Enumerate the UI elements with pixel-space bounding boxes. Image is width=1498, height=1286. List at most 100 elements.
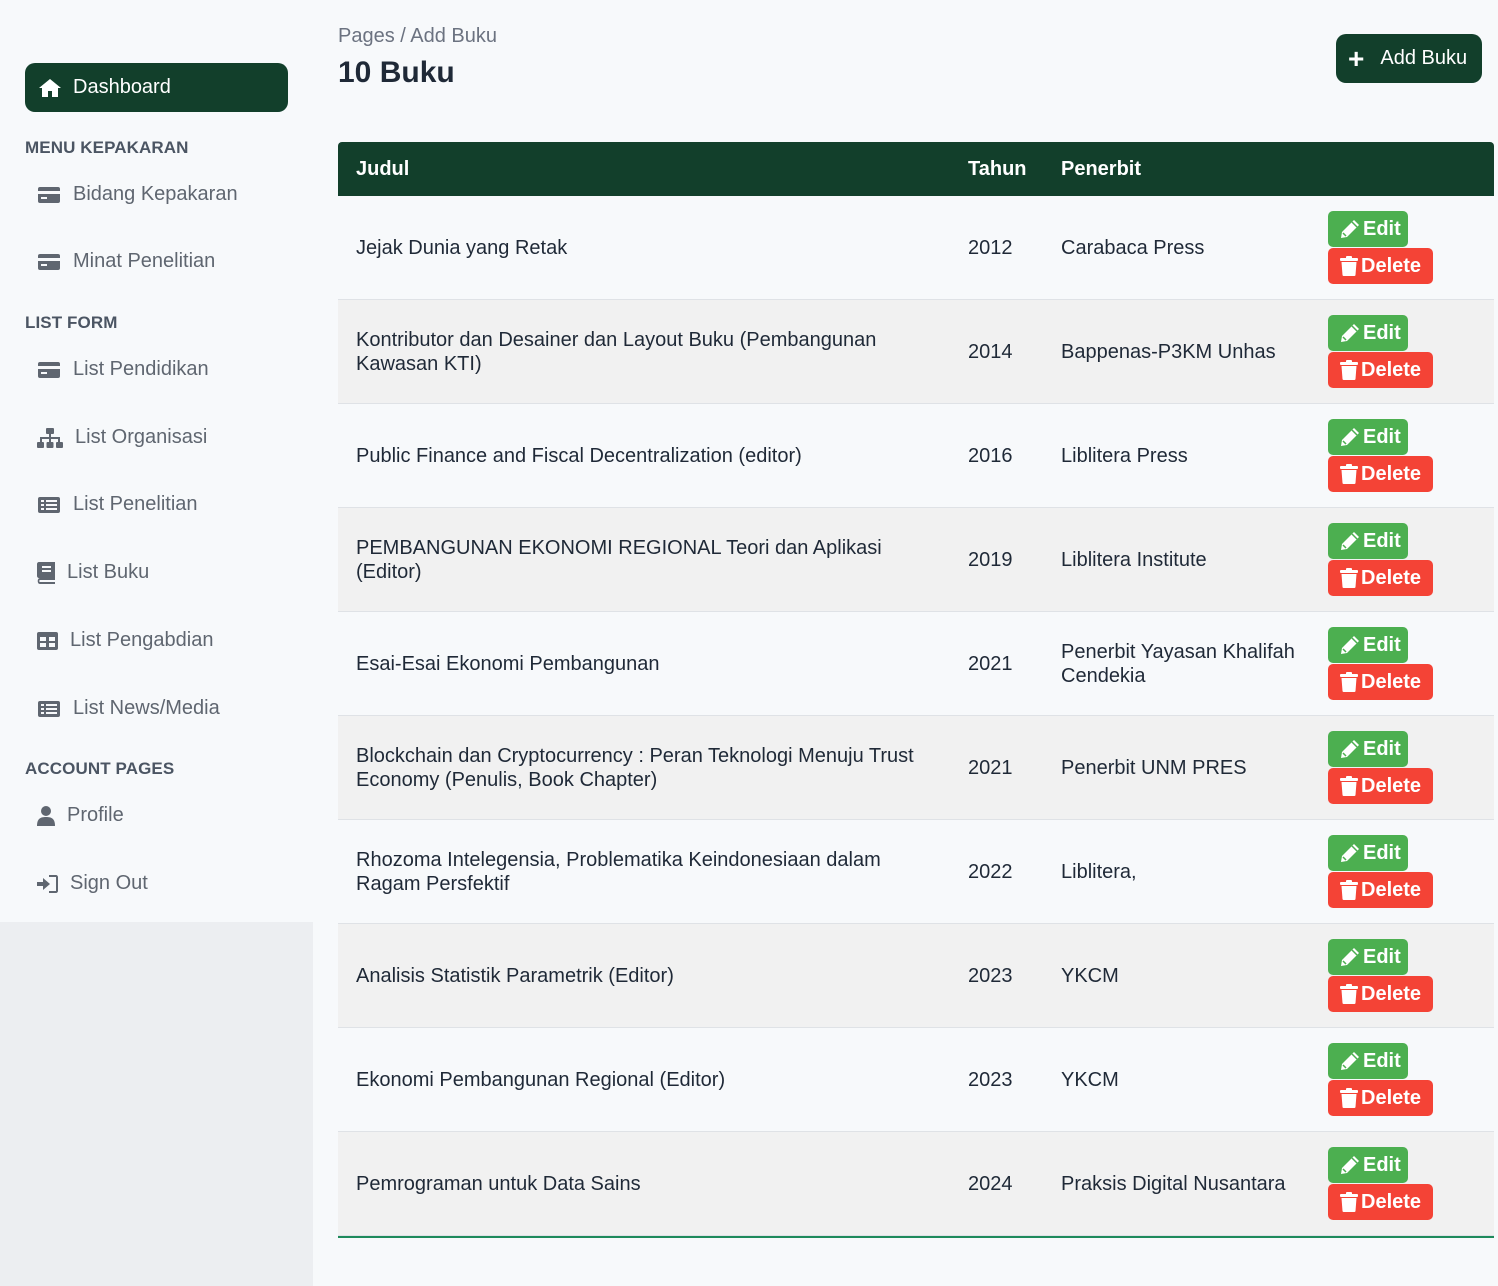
trash-icon: [1340, 568, 1358, 588]
table-row: Rhozoma Intelegensia, Problematika Keind…: [338, 820, 1494, 924]
pencil-icon: [1341, 740, 1359, 758]
pencil-icon: [1341, 428, 1359, 446]
sidebar-item-list-buku[interactable]: List Buku: [37, 561, 149, 584]
sidebar-item-list-pendidikan[interactable]: List Pendidikan: [37, 358, 209, 381]
delete-button[interactable]: Delete: [1328, 1184, 1433, 1220]
sidebar-item-list-penelitian[interactable]: List Penelitian: [37, 493, 198, 516]
sidebar-item-bidang-kepakaran[interactable]: Bidang Kepakaran: [37, 183, 238, 206]
book-icon: [37, 561, 55, 584]
pencil-icon: [1341, 1052, 1359, 1070]
cell-tahun: 2024: [968, 1172, 1013, 1195]
sign-in-icon: [37, 874, 58, 894]
trash-icon: [1340, 880, 1358, 900]
list-alt-icon: [37, 495, 61, 515]
edit-label: Edit: [1363, 737, 1401, 760]
trash-icon: [1340, 360, 1358, 380]
pencil-icon: [1341, 324, 1359, 342]
cell-penerbit: Penerbit Yayasan Khalifah Cendekia: [1061, 640, 1295, 687]
delete-button[interactable]: Delete: [1328, 664, 1433, 700]
delete-button[interactable]: Delete: [1328, 872, 1433, 908]
column-header-tahun: Tahun: [968, 158, 1027, 180]
section-title-menu-kepakaran: MENU KEPAKARAN: [25, 138, 189, 157]
sidebar-item-dashboard[interactable]: Dashboard: [25, 63, 288, 112]
edit-button[interactable]: Edit: [1328, 939, 1408, 975]
cell-penerbit: Liblitera Institute: [1061, 548, 1207, 571]
cell-tahun: 2012: [968, 236, 1013, 259]
page-title: 10 Buku: [338, 56, 455, 89]
delete-button[interactable]: Delete: [1328, 976, 1433, 1012]
edit-label: Edit: [1363, 425, 1401, 448]
pencil-icon: [1341, 532, 1359, 550]
pencil-icon: [1341, 948, 1359, 966]
edit-button[interactable]: Edit: [1328, 1147, 1408, 1183]
delete-label: Delete: [1361, 358, 1422, 381]
table-body: Jejak Dunia yang Retak 2012 Carabaca Pre…: [338, 196, 1494, 1238]
table-row: Jejak Dunia yang Retak 2012 Carabaca Pre…: [338, 196, 1494, 300]
trash-icon: [1340, 672, 1358, 692]
breadcrumb: Pages / Add Buku: [338, 25, 498, 47]
delete-button[interactable]: Delete: [1328, 456, 1433, 492]
table-icon: [37, 631, 58, 651]
add-buku-button[interactable]: + Add Buku: [1336, 34, 1482, 83]
pencil-icon: [1341, 844, 1359, 862]
sidebar: Dashboard MENU KEPAKARAN Bidang Kepakara…: [0, 0, 313, 922]
cell-penerbit: YKCM: [1061, 964, 1119, 987]
user-icon: [37, 805, 55, 826]
edit-button[interactable]: Edit: [1328, 1043, 1408, 1079]
cell-penerbit: Liblitera,: [1061, 860, 1137, 883]
sidebar-item-list-organisasi[interactable]: List Organisasi: [37, 426, 207, 449]
delete-label: Delete: [1361, 774, 1422, 797]
edit-label: Edit: [1363, 217, 1401, 240]
sidebar-item-profile[interactable]: Profile: [37, 804, 124, 827]
sidebar-item-list-pengabdian[interactable]: List Pengabdian: [37, 629, 213, 652]
trash-icon: [1340, 464, 1358, 484]
delete-button[interactable]: Delete: [1328, 768, 1433, 804]
edit-button[interactable]: Edit: [1328, 627, 1408, 663]
delete-button[interactable]: Delete: [1328, 352, 1433, 388]
delete-label: Delete: [1361, 1190, 1422, 1213]
delete-label: Delete: [1361, 1086, 1422, 1109]
edit-label: Edit: [1363, 529, 1401, 552]
edit-button[interactable]: Edit: [1328, 835, 1408, 871]
cell-tahun: 2014: [968, 340, 1013, 363]
edit-button[interactable]: Edit: [1328, 523, 1408, 559]
table-row: Analisis Statistik Parametrik (Editor) 2…: [338, 924, 1494, 1028]
card-icon: [37, 360, 61, 380]
sidebar-item-label: Dashboard: [73, 76, 171, 98]
edit-label: Edit: [1363, 321, 1401, 344]
sidebar-item-minat-penelitian[interactable]: Minat Penelitian: [37, 250, 215, 273]
sitemap-icon: [37, 427, 63, 448]
edit-button[interactable]: Edit: [1328, 211, 1408, 247]
trash-icon: [1340, 776, 1358, 796]
edit-label: Edit: [1363, 633, 1401, 656]
add-buku-label: Add Buku: [1380, 47, 1468, 69]
table-row: Public Finance and Fiscal Decentralizati…: [338, 404, 1494, 508]
column-header-judul: Judul: [356, 158, 410, 180]
table-row: Ekonomi Pembangunan Regional (Editor) 20…: [338, 1028, 1494, 1132]
sidebar-item-list-news-media[interactable]: List News/Media: [37, 697, 220, 720]
sidebar-item-label: List Penelitian: [73, 493, 198, 515]
edit-button[interactable]: Edit: [1328, 731, 1408, 767]
delete-button[interactable]: Delete: [1328, 560, 1433, 596]
delete-button[interactable]: Delete: [1328, 248, 1433, 284]
delete-button[interactable]: Delete: [1328, 1080, 1433, 1116]
pencil-icon: [1341, 220, 1359, 238]
edit-button[interactable]: Edit: [1328, 419, 1408, 455]
edit-label: Edit: [1363, 945, 1401, 968]
sidebar-item-sign-out[interactable]: Sign Out: [37, 872, 148, 895]
cell-judul: PEMBANGUNAN EKONOMI REGIONAL Teori dan A…: [356, 536, 882, 583]
cell-tahun: 2023: [968, 964, 1013, 987]
cell-judul: Public Finance and Fiscal Decentralizati…: [356, 444, 802, 467]
plus-icon: +: [1348, 42, 1365, 74]
sidebar-item-label: Bidang Kepakaran: [73, 183, 238, 205]
cell-penerbit: Liblitera Press: [1061, 444, 1188, 467]
delete-label: Delete: [1361, 254, 1422, 277]
edit-button[interactable]: Edit: [1328, 315, 1408, 351]
sidebar-item-label: Profile: [67, 804, 124, 826]
sidebar-item-label: List Buku: [67, 561, 150, 583]
edit-label: Edit: [1363, 1049, 1401, 1072]
delete-label: Delete: [1361, 982, 1422, 1005]
sidebar-footer-area: [0, 922, 313, 1286]
cell-judul: Esai-Esai Ekonomi Pembangunan: [356, 652, 660, 675]
pencil-icon: [1341, 636, 1359, 654]
